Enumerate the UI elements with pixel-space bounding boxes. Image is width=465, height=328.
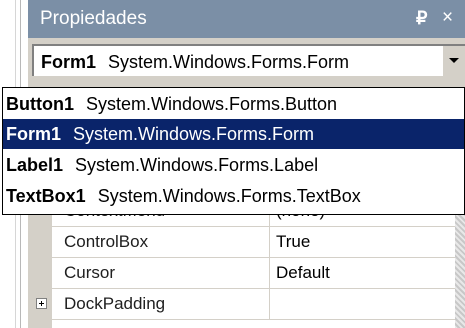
- object-selector-value: Form1 System.Windows.Forms.Form: [41, 51, 349, 73]
- property-name: DockPadding: [64, 294, 166, 313]
- dropdown-item-button1[interactable]: Button1 System.Windows.Forms.Button: [3, 89, 464, 119]
- item-type: System.Windows.Forms.Label: [75, 155, 319, 175]
- property-name: Cursor: [64, 263, 116, 282]
- object-name: Form1: [41, 52, 97, 72]
- item-name: Form1: [6, 124, 62, 144]
- object-type: System.Windows.Forms.Form: [108, 52, 350, 72]
- dropdown-item-textbox1[interactable]: TextBox1 System.Windows.Forms.TextBox: [3, 181, 464, 211]
- close-icon[interactable]: ×: [442, 7, 453, 29]
- dropdown-item-form1[interactable]: Form1 System.Windows.Forms.Form: [3, 119, 464, 149]
- property-value[interactable]: Default: [276, 263, 330, 283]
- property-row[interactable]: DockPadding: [52, 289, 465, 320]
- dropdown-item-label1[interactable]: Label1 System.Windows.Forms.Label: [3, 150, 464, 180]
- item-type: System.Windows.Forms.Button: [85, 94, 338, 114]
- pin-icon[interactable]: ₽: [416, 7, 427, 29]
- item-name: Label1: [6, 155, 64, 175]
- item-name: TextBox1: [6, 186, 86, 206]
- chevron-down-icon: [449, 58, 459, 63]
- property-name: ControlBox: [64, 232, 149, 251]
- expand-plus-icon[interactable]: [36, 298, 47, 309]
- item-type: System.Windows.Forms.Form: [73, 124, 315, 144]
- property-name-cell: Cursor: [52, 258, 270, 288]
- property-row[interactable]: Cursor Default: [52, 258, 465, 289]
- panel-title: Propiedades: [40, 8, 147, 29]
- ide-window: Propiedades ₽ × Form1 System.Windows.Form…: [0, 0, 465, 328]
- property-name-cell: ControlBox: [52, 227, 270, 257]
- object-dropdown-list: Button1 System.Windows.Forms.Button Form1…: [2, 87, 465, 215]
- item-type: System.Windows.Forms.TextBox: [97, 186, 361, 206]
- property-grid: ContextMenu (none) ControlBox True Curso…: [32, 196, 465, 328]
- item-name: Button1: [6, 94, 74, 114]
- object-selector[interactable]: Form1 System.Windows.Forms.Form: [32, 44, 465, 76]
- property-row[interactable]: ControlBox True: [52, 227, 465, 258]
- property-name-cell: DockPadding: [52, 289, 270, 319]
- property-value[interactable]: True: [276, 232, 310, 252]
- scrollbar-track[interactable]: [455, 196, 465, 328]
- dropdown-button[interactable]: [442, 46, 465, 76]
- panel-titlebar: Propiedades ₽ ×: [28, 0, 465, 38]
